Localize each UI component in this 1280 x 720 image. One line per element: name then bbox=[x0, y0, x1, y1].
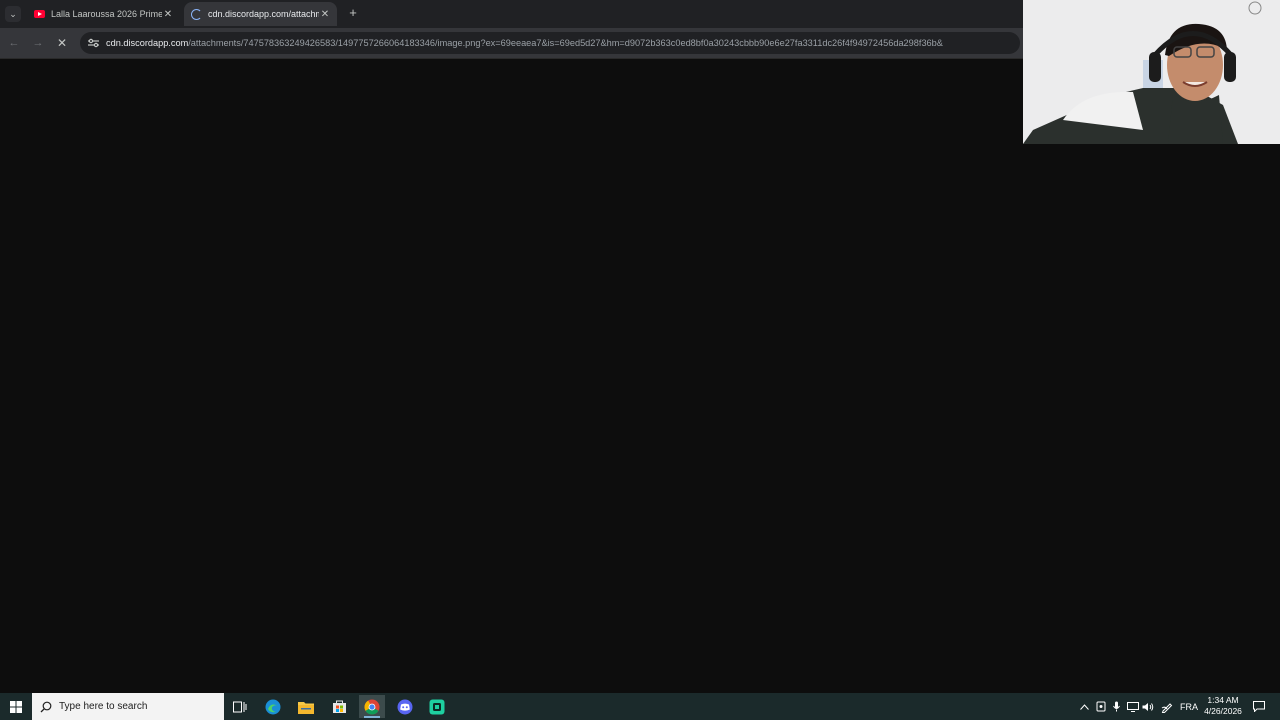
app-icon bbox=[429, 699, 445, 714]
tab-search-dropdown-button[interactable]: ⌄ bbox=[5, 6, 21, 22]
camera-icon bbox=[1096, 701, 1106, 712]
chevron-up-icon bbox=[1079, 703, 1089, 710]
discord-icon bbox=[397, 699, 413, 714]
forward-button[interactable]: → bbox=[30, 35, 46, 51]
chrome-icon bbox=[364, 699, 380, 715]
taskbar-search-box[interactable]: Type here to search bbox=[32, 693, 224, 720]
pen-icon bbox=[1161, 702, 1172, 713]
app-button[interactable] bbox=[424, 695, 450, 718]
task-view-button[interactable] bbox=[227, 695, 253, 718]
tray-pen-button[interactable] bbox=[1159, 693, 1174, 720]
tray-camera-button[interactable] bbox=[1094, 693, 1108, 720]
tray-volume-button[interactable] bbox=[1141, 693, 1155, 720]
url-host: cdn.discordapp.com bbox=[106, 38, 189, 48]
volume-icon bbox=[1142, 702, 1154, 711]
tray-microphone-button[interactable] bbox=[1110, 693, 1123, 720]
language-label: FRA bbox=[1180, 701, 1198, 712]
start-button[interactable] bbox=[3, 695, 29, 718]
webcam-overlay bbox=[1023, 0, 1280, 144]
taskbar-clock[interactable]: 1:34 AM 4/26/2026 bbox=[1200, 695, 1246, 717]
loading-spinner-icon bbox=[190, 8, 202, 20]
show-hidden-icons-button[interactable] bbox=[1077, 693, 1091, 720]
edge-icon bbox=[265, 699, 281, 714]
close-tab-icon[interactable]: ✕ bbox=[162, 9, 174, 20]
search-placeholder: Type here to search bbox=[59, 701, 148, 712]
clock-date: 4/26/2026 bbox=[1204, 706, 1242, 716]
clock-time: 1:34 AM bbox=[1207, 695, 1239, 705]
chrome-button[interactable] bbox=[359, 695, 385, 718]
address-bar[interactable]: cdn.discordapp.com/attachments/747578363… bbox=[80, 32, 1020, 54]
action-center-button[interactable] bbox=[1250, 693, 1268, 720]
arrow-right-icon: → bbox=[32, 37, 44, 49]
new-tab-button[interactable]: + bbox=[346, 6, 360, 20]
file-explorer-icon bbox=[298, 701, 314, 714]
chevron-down-icon: ⌄ bbox=[9, 8, 17, 19]
task-view-icon bbox=[233, 701, 247, 712]
close-tab-icon[interactable]: ✕ bbox=[319, 9, 331, 20]
site-info-icon[interactable] bbox=[86, 36, 100, 50]
input-language-button[interactable]: FRA bbox=[1176, 693, 1202, 720]
tab-title: cdn.discordapp.com/attachments bbox=[208, 9, 319, 19]
url-text: cdn.discordapp.com/attachments/747578363… bbox=[106, 38, 943, 48]
tab-discord-cdn[interactable]: cdn.discordapp.com/attachments ✕ bbox=[184, 2, 337, 26]
url-path: /attachments/747578363249426583/14977572… bbox=[188, 38, 943, 48]
youtube-icon bbox=[33, 8, 45, 20]
windows-taskbar: Type here to search FRA 1:34 AM 4/26/202… bbox=[0, 693, 1280, 720]
edge-button[interactable] bbox=[260, 695, 286, 718]
microsoft-store-icon bbox=[332, 700, 346, 713]
close-icon: ✕ bbox=[56, 36, 68, 50]
microphone-icon bbox=[1113, 701, 1120, 712]
discord-button[interactable] bbox=[392, 695, 418, 718]
tray-network-button[interactable] bbox=[1125, 693, 1140, 720]
tab-youtube[interactable]: Lalla Laaroussa 2026 Prime 4 ... ✕ bbox=[27, 2, 180, 26]
tab-title: Lalla Laaroussa 2026 Prime 4 ... bbox=[51, 9, 162, 19]
microsoft-store-button[interactable] bbox=[326, 695, 352, 718]
arrow-left-icon: ← bbox=[8, 37, 20, 49]
stop-loading-button[interactable]: ✕ bbox=[54, 35, 70, 51]
notification-icon bbox=[1253, 701, 1265, 712]
windows-start-icon bbox=[10, 700, 22, 713]
search-icon bbox=[40, 701, 52, 712]
webcam-person-image bbox=[1023, 0, 1280, 144]
network-icon bbox=[1126, 701, 1139, 712]
back-button[interactable]: ← bbox=[6, 35, 22, 51]
file-explorer-button[interactable] bbox=[293, 695, 319, 718]
